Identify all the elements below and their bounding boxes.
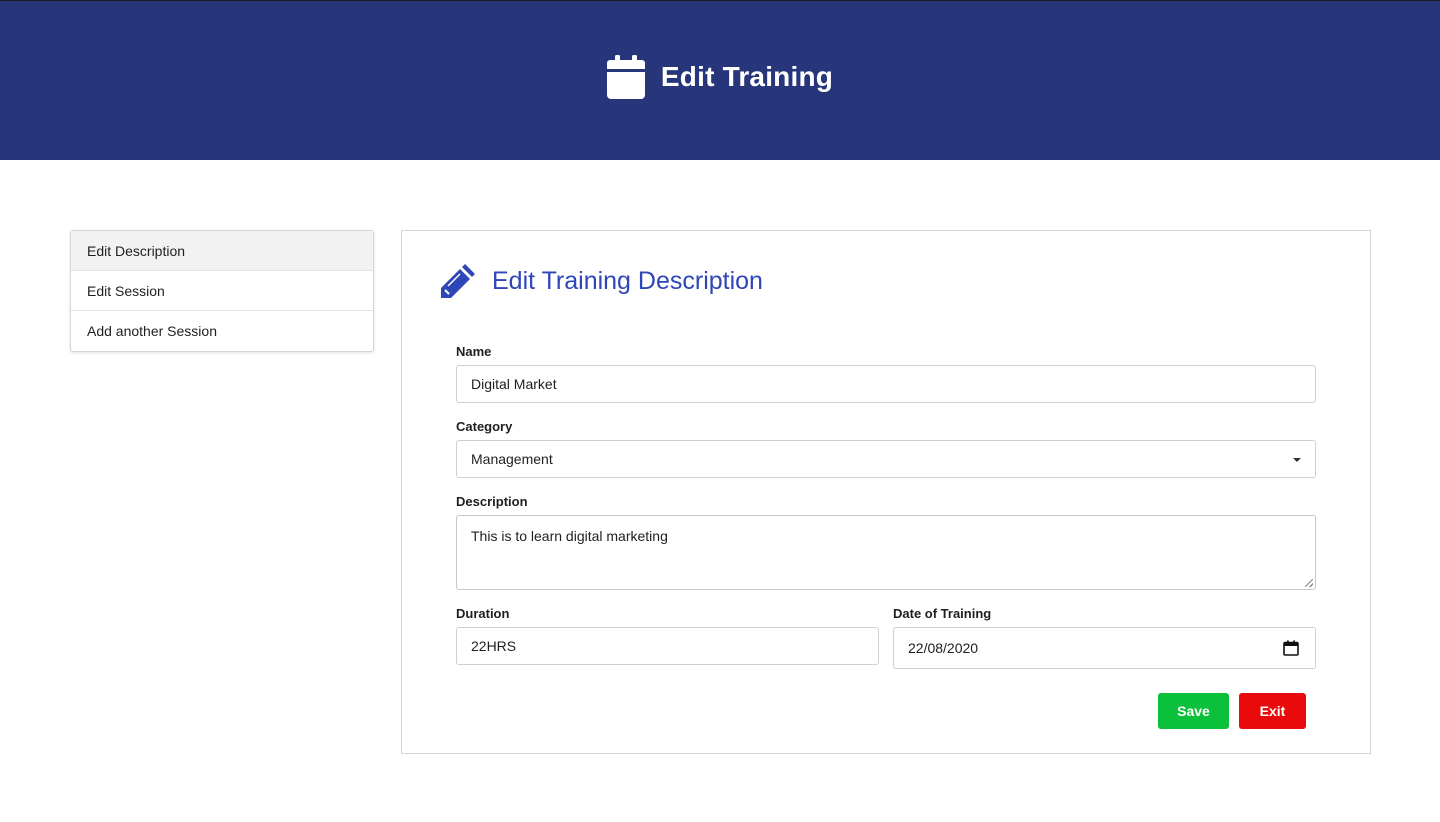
description-label: Description: [456, 494, 528, 509]
calendar-picker-icon[interactable]: [1283, 640, 1299, 656]
sidebar-item-label: Edit Session: [87, 282, 165, 299]
category-select-value: Management: [471, 451, 553, 467]
edit-description-card: Edit Training Description Name Digital M…: [401, 230, 1371, 754]
sidebar-item-edit-description[interactable]: Edit Description: [71, 231, 373, 271]
sidebar-item-edit-session[interactable]: Edit Session: [71, 271, 373, 311]
name-input[interactable]: Digital Market: [456, 365, 1316, 403]
name-label: Name: [456, 344, 492, 359]
header-title-group: Edit Training: [606, 54, 834, 99]
sidebar-item-label: Edit Description: [87, 242, 186, 259]
sidebar-nav: Edit Description Edit Session Add anothe…: [70, 230, 374, 352]
name-input-value: Digital Market: [471, 376, 557, 392]
description-textarea[interactable]: This is to learn digital marketing: [456, 515, 1316, 590]
description-textarea-value: This is to learn digital marketing: [471, 528, 668, 544]
chevron-down-icon: [1293, 458, 1301, 462]
category-label: Category: [456, 419, 513, 434]
save-button[interactable]: Save: [1158, 693, 1229, 729]
duration-input-value: 22HRS: [471, 638, 517, 654]
page-title: Edit Training: [660, 60, 834, 92]
resize-handle-icon[interactable]: [1305, 579, 1313, 587]
exit-button[interactable]: Exit: [1239, 693, 1306, 729]
date-label: Date of Training: [893, 606, 992, 621]
category-select[interactable]: Management: [456, 440, 1316, 478]
card-title: Edit Training Description: [492, 266, 763, 295]
duration-input[interactable]: 22HRS: [456, 627, 879, 665]
date-input-value: 22/08/2020: [908, 640, 979, 656]
duration-label: Duration: [456, 606, 510, 621]
card-heading: Edit Training Description: [438, 261, 763, 301]
sidebar-item-label: Add another Session: [87, 323, 217, 339]
sidebar-item-add-session[interactable]: Add another Session: [71, 311, 373, 351]
date-input[interactable]: 22/08/2020: [893, 627, 1316, 669]
page-header: Edit Training: [0, 0, 1440, 160]
pencil-icon: [441, 264, 475, 298]
calendar-icon: [606, 54, 645, 99]
